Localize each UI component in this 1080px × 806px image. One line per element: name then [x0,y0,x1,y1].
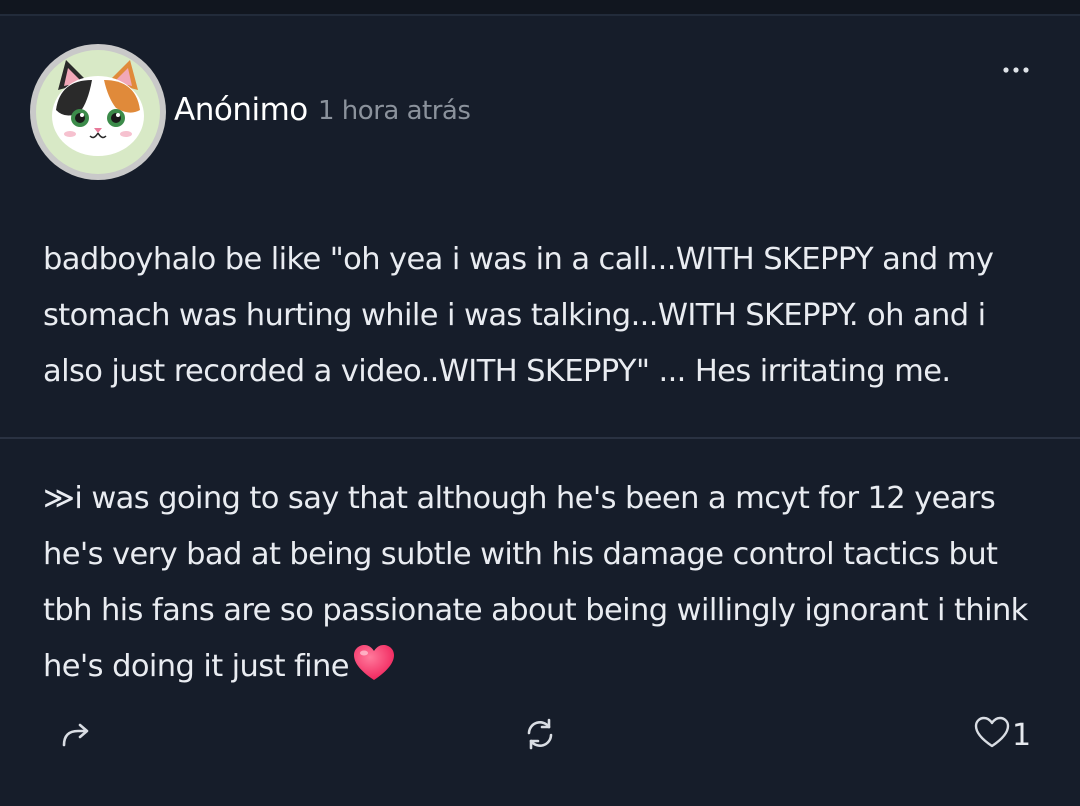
repost-icon [522,716,558,756]
cat-avatar-icon [36,50,160,174]
share-icon [60,719,92,755]
heart-outline-icon [974,716,1010,754]
avatar[interactable] [30,44,166,180]
heart-emoji-icon [353,644,395,682]
post-timestamp: 1 hora atrás [318,96,471,126]
reply-marker: ≫ [43,481,75,516]
reply-body: ≫i was going to say that although he's b… [43,471,1053,695]
like-count: 1 [1012,717,1031,753]
author-name[interactable]: Anónimo [174,92,308,128]
like-button[interactable]: 1 [974,716,1031,754]
more-options-icon[interactable] [996,58,1040,82]
reply-text: i was going to say that although he's be… [43,481,1028,684]
share-button[interactable] [60,719,92,755]
top-strip [0,0,1080,16]
post-body: badboyhalo be like "oh yea i was in a ca… [43,242,994,389]
repost-button[interactable] [522,716,558,756]
divider [0,437,1080,439]
